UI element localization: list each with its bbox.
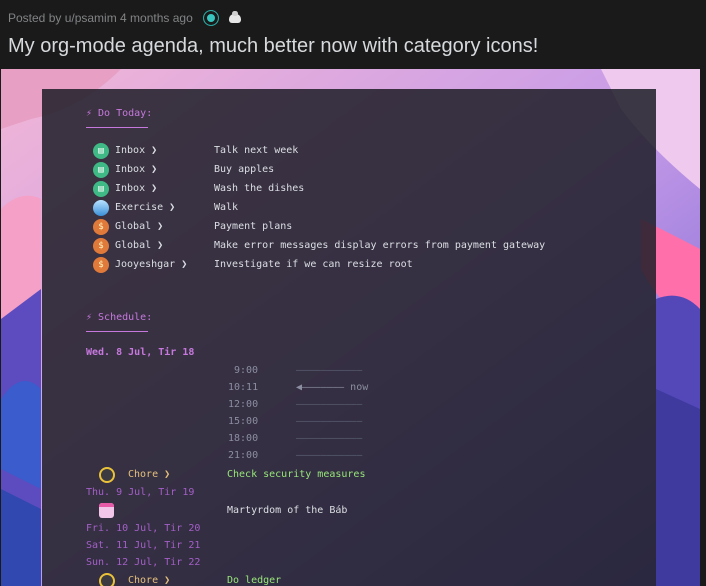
post-image[interactable]: ⚡ Do Today: ▤ Inbox ❯ Talk next week ▤ I… bbox=[1, 69, 700, 586]
post-title[interactable]: My org-mode agenda, much better now with… bbox=[8, 35, 538, 58]
current-time: 10:11 bbox=[228, 382, 259, 393]
time-slot: 9:00 bbox=[234, 365, 259, 376]
do-today-heading: ⚡ Do Today: bbox=[86, 108, 153, 119]
category-label: Global ❯ bbox=[115, 240, 164, 251]
category-label: Chore ❯ bbox=[128, 469, 171, 480]
chore-icon bbox=[99, 467, 115, 483]
post-meta: Posted by u/psamim 4 months ago bbox=[8, 9, 243, 27]
task-text[interactable]: Walk bbox=[214, 202, 238, 214]
category-label: Jooyeshgar ❯ bbox=[115, 259, 188, 270]
category-label: Inbox ❯ bbox=[115, 145, 158, 156]
time-grid-line: ——————————— bbox=[296, 365, 363, 376]
task-text[interactable]: Check security measures bbox=[227, 469, 365, 481]
category-label: Chore ❯ bbox=[128, 575, 171, 586]
money-bag-icon: $ bbox=[93, 257, 109, 273]
now-marker: ◀——————— now bbox=[296, 382, 369, 393]
time-grid-line: ——————————— bbox=[296, 433, 363, 444]
award-icon[interactable] bbox=[202, 10, 219, 26]
date-heading: Thu. 9 Jul, Tir 19 bbox=[86, 487, 195, 498]
holiday-text[interactable]: Martyrdom of the Báb bbox=[227, 505, 347, 517]
date-heading: Sat. 11 Jul, Tir 21 bbox=[86, 540, 201, 551]
time-slot: 12:00 bbox=[228, 399, 259, 410]
date-heading: Sun. 12 Jul, Tir 22 bbox=[86, 557, 201, 568]
task-text[interactable]: Make error messages display errors from … bbox=[214, 240, 545, 252]
do-today-underline bbox=[86, 127, 148, 128]
time-slot: 18:00 bbox=[228, 433, 259, 444]
time-slot: 15:00 bbox=[228, 416, 259, 427]
category-label: Inbox ❯ bbox=[115, 164, 158, 175]
exercise-icon bbox=[93, 200, 109, 216]
agenda-terminal: ⚡ Do Today: ▤ Inbox ❯ Talk next week ▤ I… bbox=[42, 89, 656, 586]
date-heading: Fri. 10 Jul, Tir 20 bbox=[86, 523, 201, 534]
time-slot: 21:00 bbox=[228, 450, 259, 461]
task-text[interactable]: Buy apples bbox=[214, 164, 274, 176]
inbox-icon: ▤ bbox=[93, 143, 109, 159]
schedule-heading: ⚡ Schedule: bbox=[86, 312, 153, 323]
schedule-underline bbox=[86, 331, 148, 332]
post-meta-text[interactable]: Posted by u/psamim 4 months ago bbox=[8, 11, 193, 25]
money-bag-icon: $ bbox=[93, 238, 109, 254]
chore-icon bbox=[99, 573, 115, 586]
task-text[interactable]: Do ledger bbox=[227, 575, 281, 586]
time-grid-line: ——————————— bbox=[296, 416, 363, 427]
task-text[interactable]: Payment plans bbox=[214, 221, 292, 233]
money-bag-icon: $ bbox=[93, 219, 109, 235]
date-today: Wed. 8 Jul, Tir 18 bbox=[86, 347, 195, 358]
task-text[interactable]: Wash the dishes bbox=[214, 183, 304, 195]
award-icon[interactable] bbox=[227, 11, 243, 25]
task-text[interactable]: Talk next week bbox=[214, 145, 298, 157]
time-grid-line: ——————————— bbox=[296, 399, 363, 410]
category-label: Global ❯ bbox=[115, 221, 164, 232]
inbox-icon: ▤ bbox=[93, 162, 109, 178]
time-grid-line: ——————————— bbox=[296, 450, 363, 461]
calendar-icon bbox=[99, 503, 114, 518]
category-label: Exercise ❯ bbox=[115, 202, 176, 213]
category-label: Inbox ❯ bbox=[115, 183, 158, 194]
inbox-icon: ▤ bbox=[93, 181, 109, 197]
task-text[interactable]: Investigate if we can resize root bbox=[214, 259, 413, 271]
